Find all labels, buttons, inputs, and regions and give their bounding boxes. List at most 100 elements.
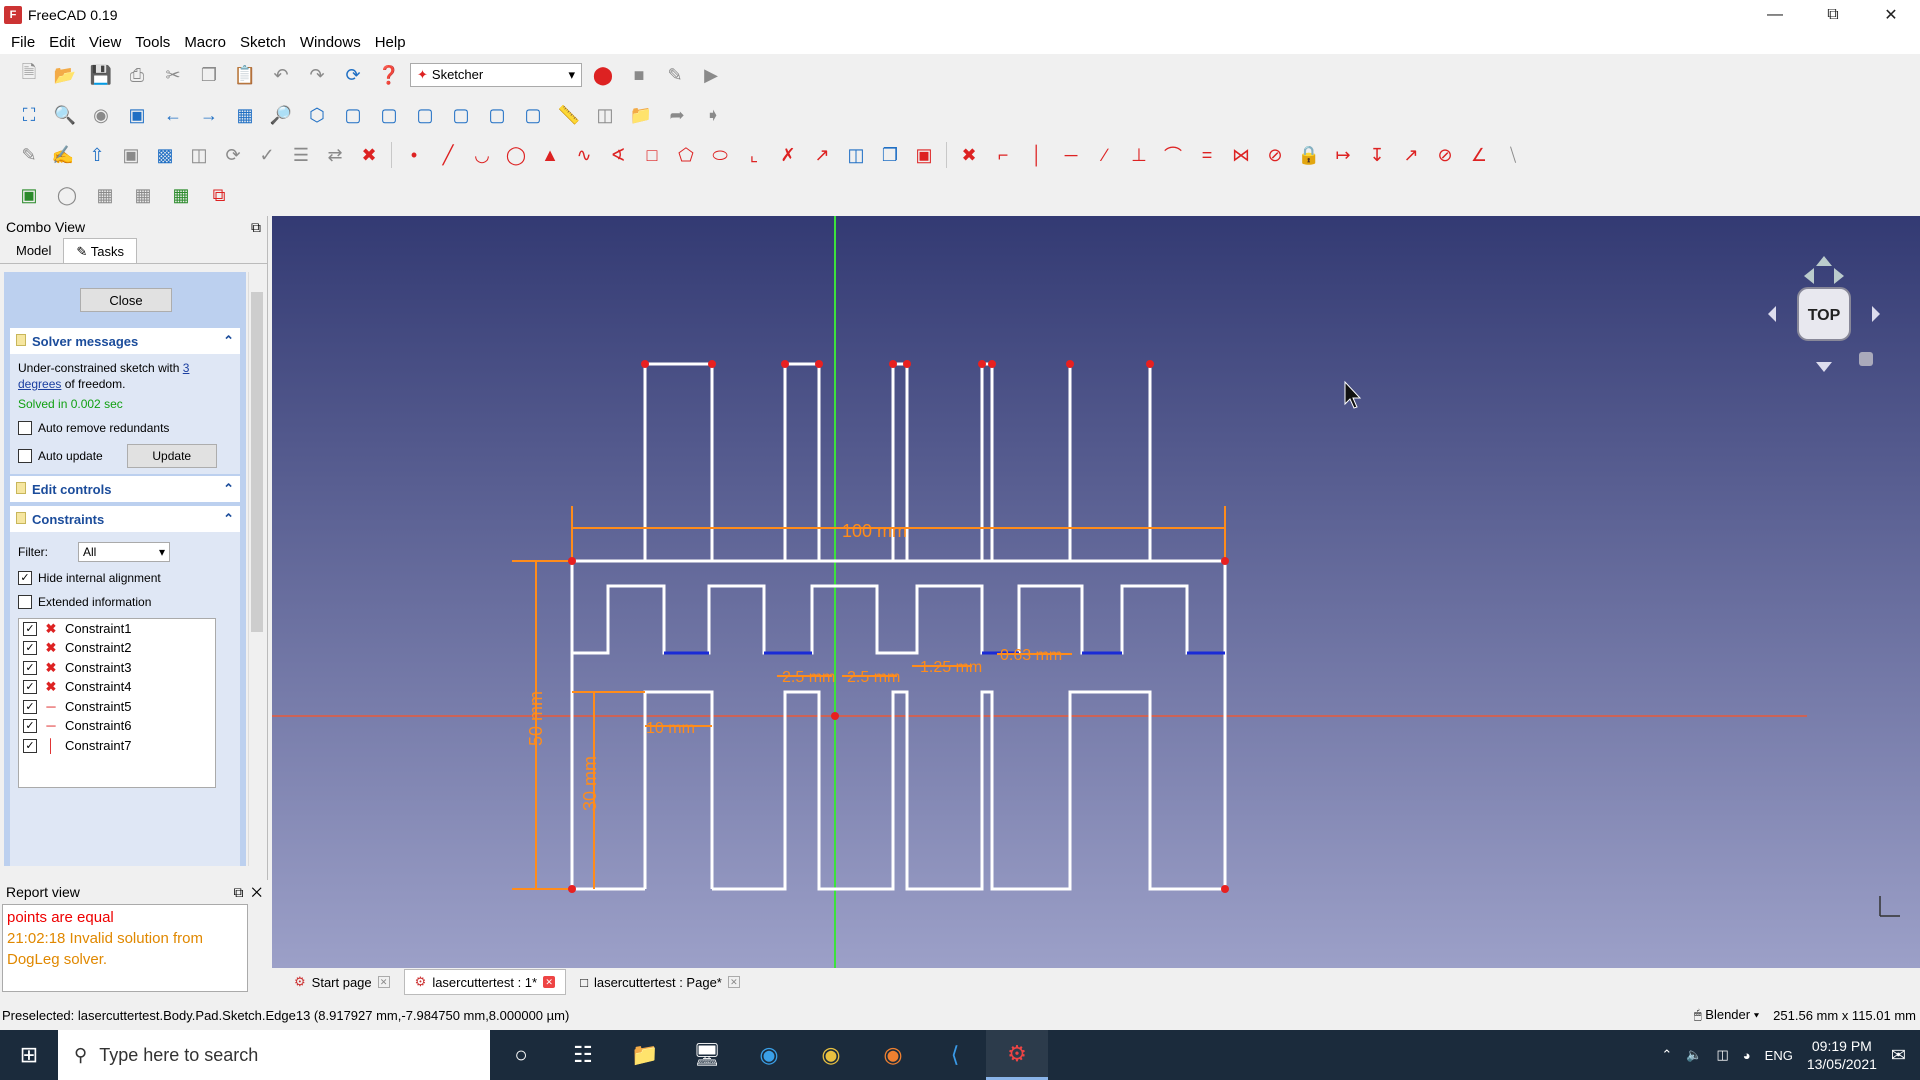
fit-selection-icon[interactable]: 🔍 (50, 100, 80, 130)
back-icon[interactable]: ← (158, 100, 188, 130)
item-checkbox[interactable]: ✓ (23, 680, 37, 695)
create-line-icon[interactable]: ╱ (433, 140, 463, 170)
report-output[interactable]: points are equal 21:02:18 Invalid soluti… (2, 904, 248, 992)
rear-view-icon[interactable]: ▢ (446, 100, 476, 130)
menu-help[interactable]: Help (368, 34, 413, 51)
constrain-block-icon[interactable]: ⊘ (1260, 140, 1290, 170)
select-constraints-icon[interactable]: ▣ (14, 180, 44, 210)
draw-style-icon[interactable]: ◉ (86, 100, 116, 130)
task-scrollbar[interactable] (248, 272, 264, 866)
constrain-vertical-distance-icon[interactable]: ↧ (1362, 140, 1392, 170)
constrain-coincident-icon[interactable]: ✖ (954, 140, 984, 170)
open-file-icon[interactable]: 📂 (50, 60, 80, 90)
stop-macro-icon[interactable]: ■ (624, 60, 654, 90)
make-link-icon[interactable]: ➦ (662, 100, 692, 130)
item-checkbox[interactable]: ✓ (23, 719, 37, 734)
constrain-vertical-icon[interactable]: │ (1022, 140, 1052, 170)
close-task-button[interactable]: Close (80, 288, 172, 312)
menu-windows[interactable]: Windows (293, 34, 368, 51)
auto-remove-row[interactable]: Auto remove redundants (18, 420, 232, 436)
item-checkbox[interactable]: ✓ (23, 621, 37, 636)
restore-button[interactable]: ⧉ (1804, 0, 1862, 30)
carbon-copy-icon[interactable]: ❐ (875, 140, 905, 170)
constrain-equal-icon[interactable]: = (1192, 140, 1222, 170)
create-group-icon[interactable]: 📁 (626, 100, 656, 130)
hide-internal-row[interactable]: ✓ Hide internal alignment (18, 570, 232, 586)
item-checkbox[interactable]: ✓ (23, 738, 37, 753)
filter-select[interactable]: All ▾ (78, 542, 170, 562)
forward-icon[interactable]: → (194, 100, 224, 130)
list-item[interactable]: ✓ ✖ Constraint2 (19, 639, 215, 659)
clock[interactable]: 09:19 PM 13/05/2021 (1807, 1037, 1877, 1073)
menu-tools[interactable]: Tools (128, 34, 177, 51)
minimize-button[interactable]: — (1746, 0, 1804, 30)
edit-sketch-icon[interactable]: ✍ (48, 140, 78, 170)
link-actions-icon[interactable]: ➧ (698, 100, 728, 130)
connect-edges-icon[interactable]: ▦ (90, 180, 120, 210)
mirror-sketch-icon[interactable]: ⇄ (320, 140, 350, 170)
list-item[interactable]: ✓ │ Constraint7 (19, 736, 215, 756)
copy-icon[interactable]: ❐ (194, 60, 224, 90)
update-button[interactable]: Update (126, 444, 217, 468)
view-sketch-icon[interactable]: ▣ (116, 140, 146, 170)
bounding-box-icon[interactable]: ▣ (122, 100, 152, 130)
front-view-icon[interactable]: ▢ (338, 100, 368, 130)
notifications-icon[interactable]: ✉ (1891, 1045, 1906, 1066)
tab-lasercuttertest[interactable]: ⚙ lasercuttertest : 1* ✕ (403, 969, 567, 995)
stop-operation-icon[interactable]: ✖ (354, 140, 384, 170)
navigation-style-selector[interactable]: 🖱 Blender ▾ (1694, 1007, 1759, 1023)
language-indicator[interactable]: ENG (1765, 1048, 1793, 1063)
tab-model[interactable]: Model (4, 238, 63, 263)
collapse-icon[interactable]: ⌃ (223, 481, 234, 497)
remote-desktop-icon[interactable]: 🖥 (676, 1030, 738, 1080)
zoom-icon[interactable]: 🔎 (266, 100, 296, 130)
extend-edge-icon[interactable]: ↗ (807, 140, 837, 170)
solver-messages-header[interactable]: Solver messages ⌃ (10, 328, 240, 354)
tab-lasercuttertest-page[interactable]: □ lasercuttertest : Page* ✕ (570, 971, 750, 994)
new-file-icon[interactable]: 🗎 (14, 60, 44, 90)
menu-file[interactable]: File (4, 34, 42, 51)
fit-all-icon[interactable]: ⛶ (14, 100, 44, 130)
left-view-icon[interactable]: ▢ (518, 100, 548, 130)
close-icon[interactable]: ✕ (251, 884, 262, 900)
print-icon[interactable]: ⎙ (122, 60, 152, 90)
close-tab-icon[interactable]: ✕ (377, 976, 390, 988)
create-slot-icon[interactable]: ⬭ (705, 140, 735, 170)
constrain-distance-icon[interactable]: ↗ (1396, 140, 1426, 170)
constrain-angle-icon[interactable]: ∠ (1464, 140, 1494, 170)
constrain-parallel-icon[interactable]: ∕ (1090, 140, 1120, 170)
create-conic-icon[interactable]: ▲ (535, 140, 565, 170)
volume-icon[interactable]: 🔈 (1686, 1047, 1702, 1063)
menu-edit[interactable]: Edit (42, 34, 82, 51)
leave-sketch-icon[interactable]: ⇧ (82, 140, 112, 170)
clone-icon[interactable]: ⧉ (204, 180, 234, 210)
create-bspline-icon[interactable]: ∿ (569, 140, 599, 170)
trim-edge-icon[interactable]: ✗ (773, 140, 803, 170)
constrain-radius-icon[interactable]: ⊘ (1430, 140, 1460, 170)
view-section-icon[interactable]: ▩ (150, 140, 180, 170)
grid-snap-icon[interactable]: ▦ (166, 180, 196, 210)
close-tab-icon[interactable]: ✕ (727, 976, 740, 988)
cortana-icon[interactable]: ○ (490, 1030, 552, 1080)
wifi-icon[interactable]: ◕ (1743, 1048, 1751, 1063)
redo-icon[interactable]: ↷ (302, 60, 332, 90)
cut-icon[interactable]: ✂ (158, 60, 188, 90)
list-item[interactable]: ✓ ✖ Constraint4 (19, 678, 215, 698)
list-item[interactable]: ✓ ✖ Constraint3 (19, 658, 215, 678)
extended-info-row[interactable]: Extended information (18, 594, 232, 610)
firefox-browser-icon[interactable]: ◉ (862, 1030, 924, 1080)
close-tab-icon[interactable]: ✕ (543, 976, 556, 988)
edge-browser-icon[interactable]: ◉ (738, 1030, 800, 1080)
menu-view[interactable]: View (82, 34, 128, 51)
external-geometry-icon[interactable]: ◫ (841, 140, 871, 170)
constraints-list[interactable]: ✓ ✖ Constraint1 ✓ ✖ Constraint2 ✓ ✖ Constraint… (18, 618, 216, 788)
edit-controls-header[interactable]: Edit controls ⌃ (10, 476, 240, 502)
validate-sketch-icon[interactable]: ✓ (252, 140, 282, 170)
collapse-icon[interactable]: ⌃ (223, 511, 234, 527)
create-circle-icon[interactable]: ◯ (501, 140, 531, 170)
float-panel-icon[interactable]: ⧉ (251, 219, 261, 236)
new-sketch-icon[interactable]: ✎ (14, 140, 44, 170)
constrain-symmetric-icon[interactable]: ⋈ (1226, 140, 1256, 170)
list-item[interactable]: ✓ ✖ Constraint1 (19, 619, 215, 639)
start-button[interactable]: ⊞ (0, 1030, 58, 1080)
